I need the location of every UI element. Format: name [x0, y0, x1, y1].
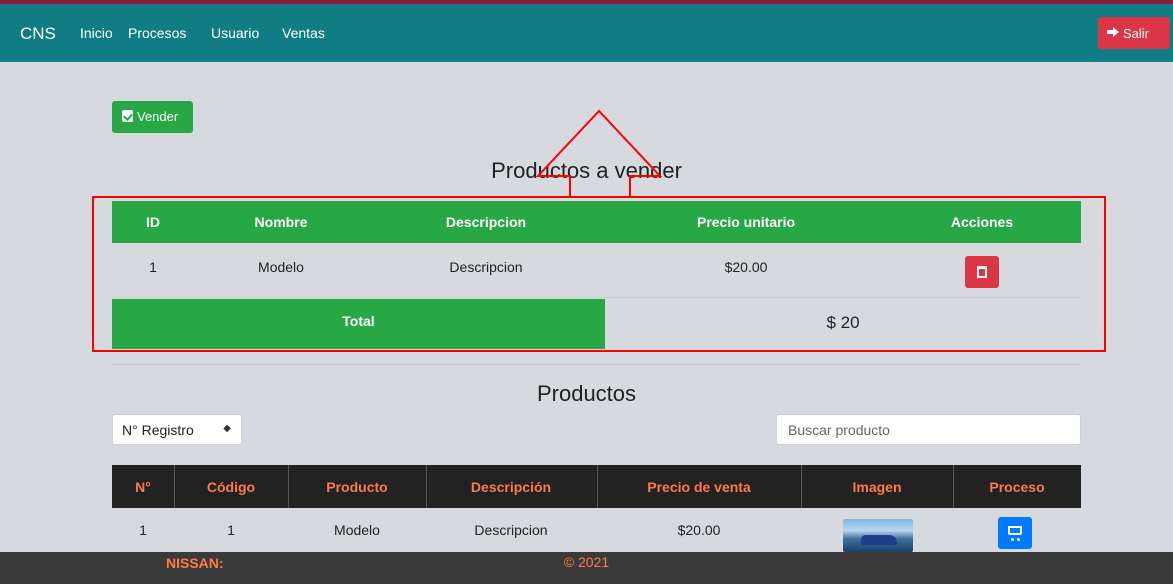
annotation-arrow	[535, 109, 663, 197]
products-row-number: 1	[139, 522, 147, 538]
navbar: CNS Inicio Procesos Usuario Ventas Salir	[0, 4, 1173, 62]
footer-brand: NISSAN:	[166, 555, 224, 571]
cart-table-row: 1 Modelo Descripcion $20.00	[112, 243, 1081, 298]
products-title: Productos	[536, 381, 637, 406]
column-divider	[288, 465, 289, 508]
cart-col-actions: Acciones	[950, 214, 1014, 230]
select-arrows-icon: ◆	[223, 423, 231, 434]
products-table-header: N° Código Producto Descripción Precio de…	[112, 465, 1081, 508]
cart-col-id: ID	[146, 214, 160, 230]
nav-link-usuario[interactable]: Usuario	[211, 25, 259, 41]
sell-button-label: Vender	[137, 109, 179, 124]
column-divider	[426, 465, 427, 508]
column-divider	[953, 465, 954, 508]
cart-col-unit-price: Precio unitario	[696, 214, 796, 230]
column-divider	[174, 465, 175, 508]
brand-logo[interactable]: CNS	[20, 24, 56, 44]
products-row-code: 1	[227, 522, 235, 538]
products-col-code: Código	[206, 479, 256, 495]
delete-button[interactable]	[965, 256, 999, 288]
products-row-description: Descripcion	[474, 522, 548, 538]
products-col-product: Producto	[326, 479, 388, 495]
products-row-price: $20.00	[677, 522, 721, 538]
nav-link-inicio[interactable]: Inicio	[80, 25, 113, 41]
logout-button[interactable]: Salir	[1098, 17, 1170, 49]
cart-table-header: ID Nombre Descripcion Precio unitario Ac…	[112, 201, 1081, 243]
cart-col-description: Descripcion	[445, 214, 527, 230]
total-value: $ 20	[826, 313, 860, 332]
cart-row-name: Modelo	[258, 259, 304, 275]
column-divider	[801, 465, 802, 508]
filter-select-value: N° Registro	[122, 422, 194, 438]
trash-icon	[977, 266, 987, 278]
cart-row-unit-price: $20.00	[724, 259, 768, 275]
cart-row-description: Descripcion	[449, 259, 523, 275]
cart-col-name: Nombre	[254, 214, 308, 230]
cart-title: Productos a vender	[491, 158, 682, 183]
products-col-number: N°	[135, 479, 151, 495]
total-label-cell: Total	[112, 299, 605, 349]
sign-out-icon	[1106, 25, 1120, 42]
nav-link-procesos[interactable]: Procesos	[128, 25, 186, 41]
add-to-cart-button[interactable]	[998, 517, 1032, 549]
products-col-price: Precio de venta	[647, 479, 751, 495]
logout-label: Salir	[1123, 26, 1150, 41]
column-divider	[597, 465, 598, 508]
total-label: Total	[342, 313, 375, 329]
nav-link-ventas[interactable]: Ventas	[282, 25, 325, 41]
clipboard-check-icon	[122, 110, 133, 122]
products-table-row: 1 1 Modelo Descripcion $20.00	[112, 508, 1081, 552]
cart-row-id: 1	[149, 259, 157, 275]
products-row-product: Modelo	[334, 522, 380, 538]
search-input[interactable]	[776, 414, 1081, 445]
product-thumbnail	[843, 519, 913, 552]
cart-icon	[1008, 526, 1022, 541]
products-col-process: Proceso	[989, 479, 1045, 495]
footer: © 2021 NISSAN:	[0, 552, 1173, 584]
products-col-image: Imagen	[852, 479, 902, 495]
section-divider	[112, 364, 1081, 365]
sell-button[interactable]: Vender	[112, 101, 193, 133]
filter-select[interactable]: N° Registro ◆	[112, 414, 242, 445]
products-col-description: Descripción	[470, 479, 552, 495]
